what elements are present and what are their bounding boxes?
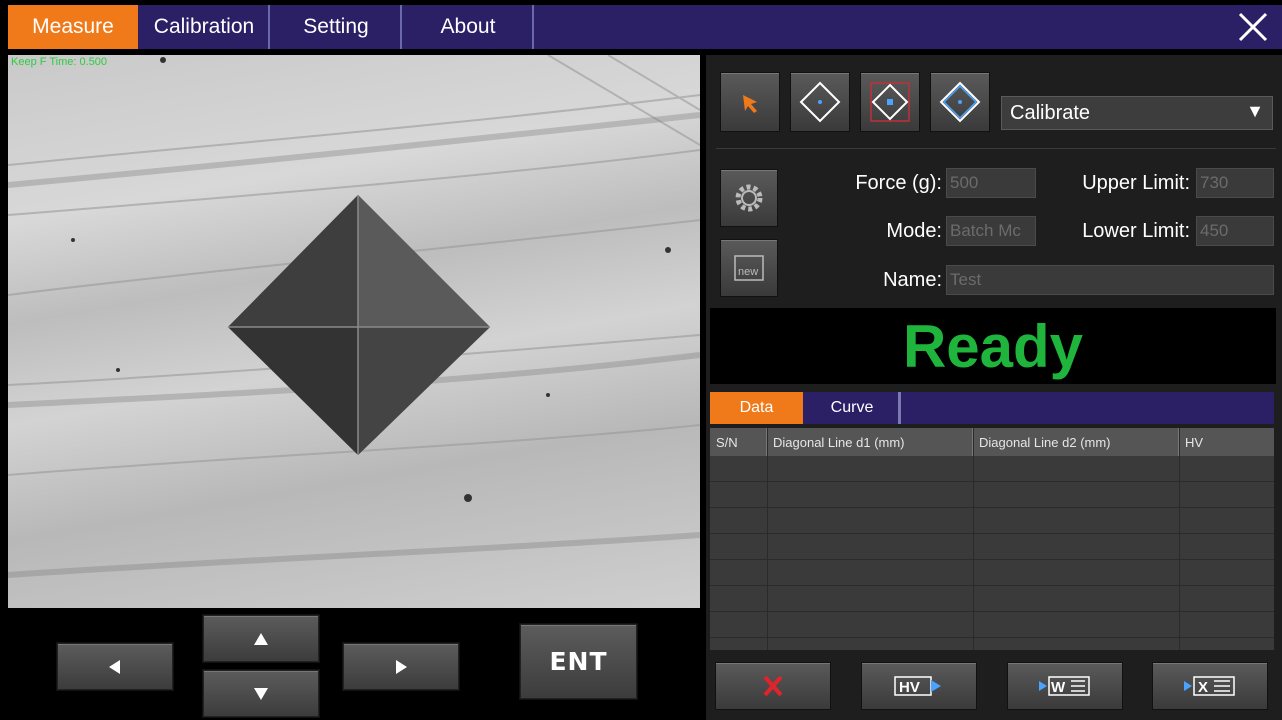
mode-label: Mode: (886, 220, 942, 242)
delete-button[interactable] (715, 662, 831, 710)
column-divider (767, 428, 768, 650)
down-arrow-icon (254, 687, 268, 700)
select-tool-button[interactable] (720, 72, 780, 132)
svg-text:HV: HV (899, 679, 920, 696)
name-field[interactable]: Test (946, 265, 1274, 295)
new-file-icon: new (734, 255, 764, 281)
table-row[interactable] (710, 482, 1274, 508)
down-arrow-button[interactable] (203, 670, 319, 717)
column-header-d2: Diagonal Line d2 (mm) (973, 428, 1179, 456)
mode-select[interactable]: Calibrate ▼ (1001, 96, 1273, 130)
column-divider (1179, 428, 1180, 650)
upper-limit-label: Upper Limit: (1082, 172, 1190, 194)
keep-time-readout: Keep F Time: 0.500 (11, 56, 107, 68)
export-word-icon: W (1039, 676, 1090, 696)
diamond-measure-icon (799, 81, 841, 123)
tab-curve-label: Curve (830, 399, 874, 416)
table-header: S/N Diagonal Line d1 (mm) Diagonal Line … (710, 428, 1274, 456)
status-display: Ready (710, 308, 1276, 384)
lower-limit-field[interactable]: 450 (1196, 216, 1274, 246)
tab-setting[interactable]: Setting (272, 5, 402, 49)
diamond-blue-icon (939, 81, 981, 123)
tab-about[interactable]: About (404, 5, 534, 49)
tab-curve[interactable]: Curve (806, 392, 901, 424)
enter-button-label: ENT (549, 647, 608, 676)
svg-text:X: X (1198, 679, 1208, 696)
diamond-measure-tool-button[interactable] (790, 72, 850, 132)
delete-icon (763, 675, 783, 697)
left-arrow-button[interactable] (57, 643, 173, 690)
svg-text:W: W (1051, 679, 1066, 696)
table-row[interactable] (710, 534, 1274, 560)
lower-limit-label: Lower Limit: (1082, 220, 1190, 242)
right-arrow-button[interactable] (343, 643, 459, 690)
tab-data[interactable]: Data (710, 392, 803, 424)
table-row[interactable] (710, 508, 1274, 534)
tab-setting-label: Setting (303, 15, 369, 38)
column-header-sn: S/N (710, 428, 767, 456)
diamond-box-tool-button[interactable] (860, 72, 920, 132)
mode-select-value: Calibrate (1010, 101, 1091, 124)
enter-button[interactable]: ENT (520, 624, 637, 699)
left-arrow-icon (109, 659, 120, 674)
camera-view[interactable]: Keep F Time: 0.500 (8, 55, 700, 608)
indentation-image (8, 55, 700, 578)
table-row[interactable] (710, 586, 1274, 612)
mode-field[interactable]: Batch Mc (946, 216, 1036, 246)
export-word-button[interactable]: W (1007, 662, 1123, 710)
export-excel-icon: X (1184, 676, 1235, 696)
close-icon[interactable] (1236, 10, 1270, 44)
upper-limit-field[interactable]: 730 (1196, 168, 1274, 198)
right-arrow-icon (396, 659, 407, 674)
tab-calibration-label: Calibration (153, 15, 255, 38)
up-arrow-icon (254, 632, 268, 645)
table-row[interactable] (710, 560, 1274, 586)
tab-data-label: Data (739, 399, 774, 416)
column-header-d1: Diagonal Line d1 (mm) (767, 428, 973, 456)
table-row[interactable] (710, 456, 1274, 482)
force-field[interactable]: 500 (946, 168, 1036, 198)
new-button[interactable]: new (720, 239, 778, 297)
tab-about-label: About (440, 15, 496, 38)
chevron-down-icon: ▼ (1246, 101, 1264, 121)
up-arrow-button[interactable] (203, 615, 319, 662)
gear-icon (735, 184, 763, 212)
hv-button[interactable]: HV (861, 662, 977, 710)
hv-icon: HV (894, 676, 941, 696)
column-header-hv: HV (1185, 434, 1204, 450)
tab-measure-label: Measure (32, 15, 114, 38)
diamond-blue-tool-button[interactable] (930, 72, 990, 132)
table-row[interactable] (710, 612, 1274, 638)
export-excel-button[interactable]: X (1152, 662, 1268, 710)
divider (716, 148, 1276, 149)
column-divider (973, 428, 974, 650)
svg-text:new: new (738, 266, 758, 278)
status-text: Ready (902, 312, 1084, 380)
settings-button[interactable] (720, 169, 778, 227)
data-table[interactable]: S/N Diagonal Line d1 (mm) Diagonal Line … (710, 428, 1274, 650)
tab-calibration[interactable]: Calibration (140, 5, 270, 49)
name-label: Name: (883, 269, 942, 291)
tab-measure[interactable]: Measure (8, 5, 138, 49)
diamond-box-icon (870, 82, 910, 122)
select-arrow-icon (743, 95, 757, 113)
force-label: Force (g): (855, 172, 942, 194)
